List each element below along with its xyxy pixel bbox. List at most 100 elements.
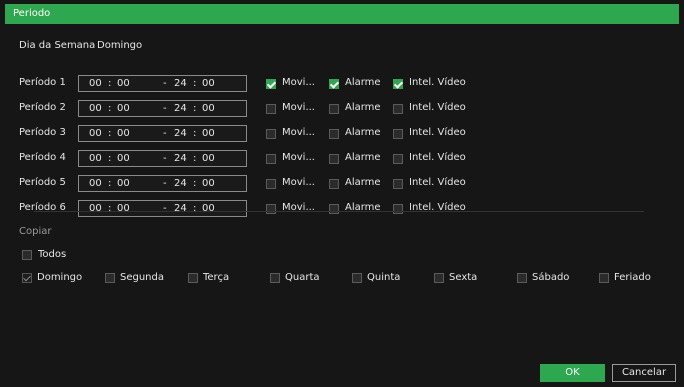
end-colon: : [193, 203, 197, 214]
alarm-checkbox[interactable] [329, 129, 339, 139]
alarm-checkbox[interactable] [329, 179, 339, 189]
motion-checkbox[interactable] [266, 104, 276, 114]
period-time-range[interactable]: 00:00-24:00 [78, 125, 247, 142]
copy-all-checkbox[interactable] [22, 250, 32, 260]
range-dash: - [163, 128, 167, 139]
alarm-checkbox[interactable] [329, 104, 339, 114]
motion-checkbox[interactable] [266, 129, 276, 139]
start-hour[interactable]: 00 [89, 103, 102, 114]
motion-checkbox[interactable] [266, 79, 276, 89]
start-minute[interactable]: 00 [117, 203, 130, 214]
end-hour[interactable]: 24 [174, 203, 187, 214]
cancel-button[interactable]: Cancelar [612, 364, 676, 382]
period-label: Período 1 [19, 77, 66, 88]
dialog-titlebar: Periodo [5, 4, 679, 24]
start-hour[interactable]: 00 [89, 178, 102, 189]
period-time-range[interactable]: 00:00-24:00 [78, 200, 247, 217]
period-time-range[interactable]: 00:00-24:00 [78, 75, 247, 92]
copy-all-label: Todos [38, 249, 67, 260]
period-label: Período 2 [19, 102, 66, 113]
start-minute[interactable]: 00 [117, 78, 130, 89]
copy-day-checkbox[interactable] [188, 273, 198, 283]
period-time-range[interactable]: 00:00-24:00 [78, 150, 247, 167]
start-minute[interactable]: 00 [117, 153, 130, 164]
intel-video-checkbox[interactable] [393, 79, 403, 89]
alarm-label: Alarme [345, 127, 381, 138]
alarm-checkbox[interactable] [329, 204, 339, 214]
intel-video-checkbox[interactable] [393, 204, 403, 214]
copy-day-checkbox[interactable] [599, 273, 609, 283]
start-hour[interactable]: 00 [89, 78, 102, 89]
period-dialog: Periodo Dia da Semana Domingo Período 1 0… [0, 0, 684, 387]
end-minute[interactable]: 00 [202, 78, 215, 89]
copy-day-checkbox[interactable] [434, 273, 444, 283]
end-minute[interactable]: 00 [202, 103, 215, 114]
period-time-range[interactable]: 00:00-24:00 [78, 100, 247, 117]
start-colon: : [108, 153, 112, 164]
day-of-week-label: Dia da Semana [19, 40, 96, 51]
copy-day-label: Sábado [532, 272, 570, 283]
period-time-range[interactable]: 00:00-24:00 [78, 175, 247, 192]
start-colon: : [108, 78, 112, 89]
copy-day-label: Segunda [120, 272, 164, 283]
period-label: Período 3 [19, 127, 66, 138]
intel-video-label: Intel. Vídeo [409, 127, 466, 138]
start-colon: : [108, 103, 112, 114]
copy-day-checkbox[interactable] [517, 273, 527, 283]
start-hour[interactable]: 00 [89, 128, 102, 139]
intel-video-checkbox[interactable] [393, 129, 403, 139]
end-hour[interactable]: 24 [174, 103, 187, 114]
alarm-label: Alarme [345, 77, 381, 88]
start-minute[interactable]: 00 [117, 128, 130, 139]
range-dash: - [163, 178, 167, 189]
end-colon: : [193, 78, 197, 89]
end-minute[interactable]: 00 [202, 178, 215, 189]
copy-day-label: Quarta [285, 272, 320, 283]
copy-day-checkbox[interactable] [352, 273, 362, 283]
ok-button[interactable]: OK [540, 364, 605, 382]
end-minute[interactable]: 00 [202, 153, 215, 164]
intel-video-checkbox[interactable] [393, 104, 403, 114]
end-hour[interactable]: 24 [174, 178, 187, 189]
intel-video-checkbox[interactable] [393, 179, 403, 189]
end-minute[interactable]: 00 [202, 128, 215, 139]
day-of-week-value: Domingo [97, 40, 143, 51]
intel-video-label: Intel. Vídeo [409, 102, 466, 113]
end-minute[interactable]: 00 [202, 203, 215, 214]
range-dash: - [163, 78, 167, 89]
intel-video-label: Intel. Vídeo [409, 152, 466, 163]
motion-label: Movi... [282, 177, 315, 188]
copy-day-label: Sexta [449, 272, 478, 283]
end-hour[interactable]: 24 [174, 78, 187, 89]
start-colon: : [108, 178, 112, 189]
intel-video-label: Intel. Vídeo [409, 177, 466, 188]
start-hour[interactable]: 00 [89, 203, 102, 214]
end-hour[interactable]: 24 [174, 128, 187, 139]
intel-video-checkbox[interactable] [393, 154, 403, 164]
alarm-checkbox[interactable] [329, 79, 339, 89]
period-label: Período 5 [19, 177, 66, 188]
range-dash: - [163, 153, 167, 164]
motion-checkbox[interactable] [266, 179, 276, 189]
motion-label: Movi... [282, 102, 315, 113]
range-dash: - [163, 103, 167, 114]
start-colon: : [108, 203, 112, 214]
copy-day-checkbox [22, 273, 32, 283]
copy-day-checkbox[interactable] [270, 273, 280, 283]
copy-section-title: Copiar [19, 226, 52, 237]
motion-checkbox[interactable] [266, 204, 276, 214]
alarm-checkbox[interactable] [329, 154, 339, 164]
end-colon: : [193, 178, 197, 189]
copy-day-label: Terça [203, 272, 230, 283]
range-dash: - [163, 203, 167, 214]
motion-checkbox[interactable] [266, 154, 276, 164]
start-hour[interactable]: 00 [89, 153, 102, 164]
alarm-label: Alarme [345, 102, 381, 113]
end-hour[interactable]: 24 [174, 153, 187, 164]
copy-day-label: Quinta [367, 272, 401, 283]
motion-label: Movi... [282, 77, 315, 88]
copy-day-checkbox[interactable] [105, 273, 115, 283]
start-minute[interactable]: 00 [117, 103, 130, 114]
start-minute[interactable]: 00 [117, 178, 130, 189]
copy-day-label: Domingo [37, 272, 83, 283]
